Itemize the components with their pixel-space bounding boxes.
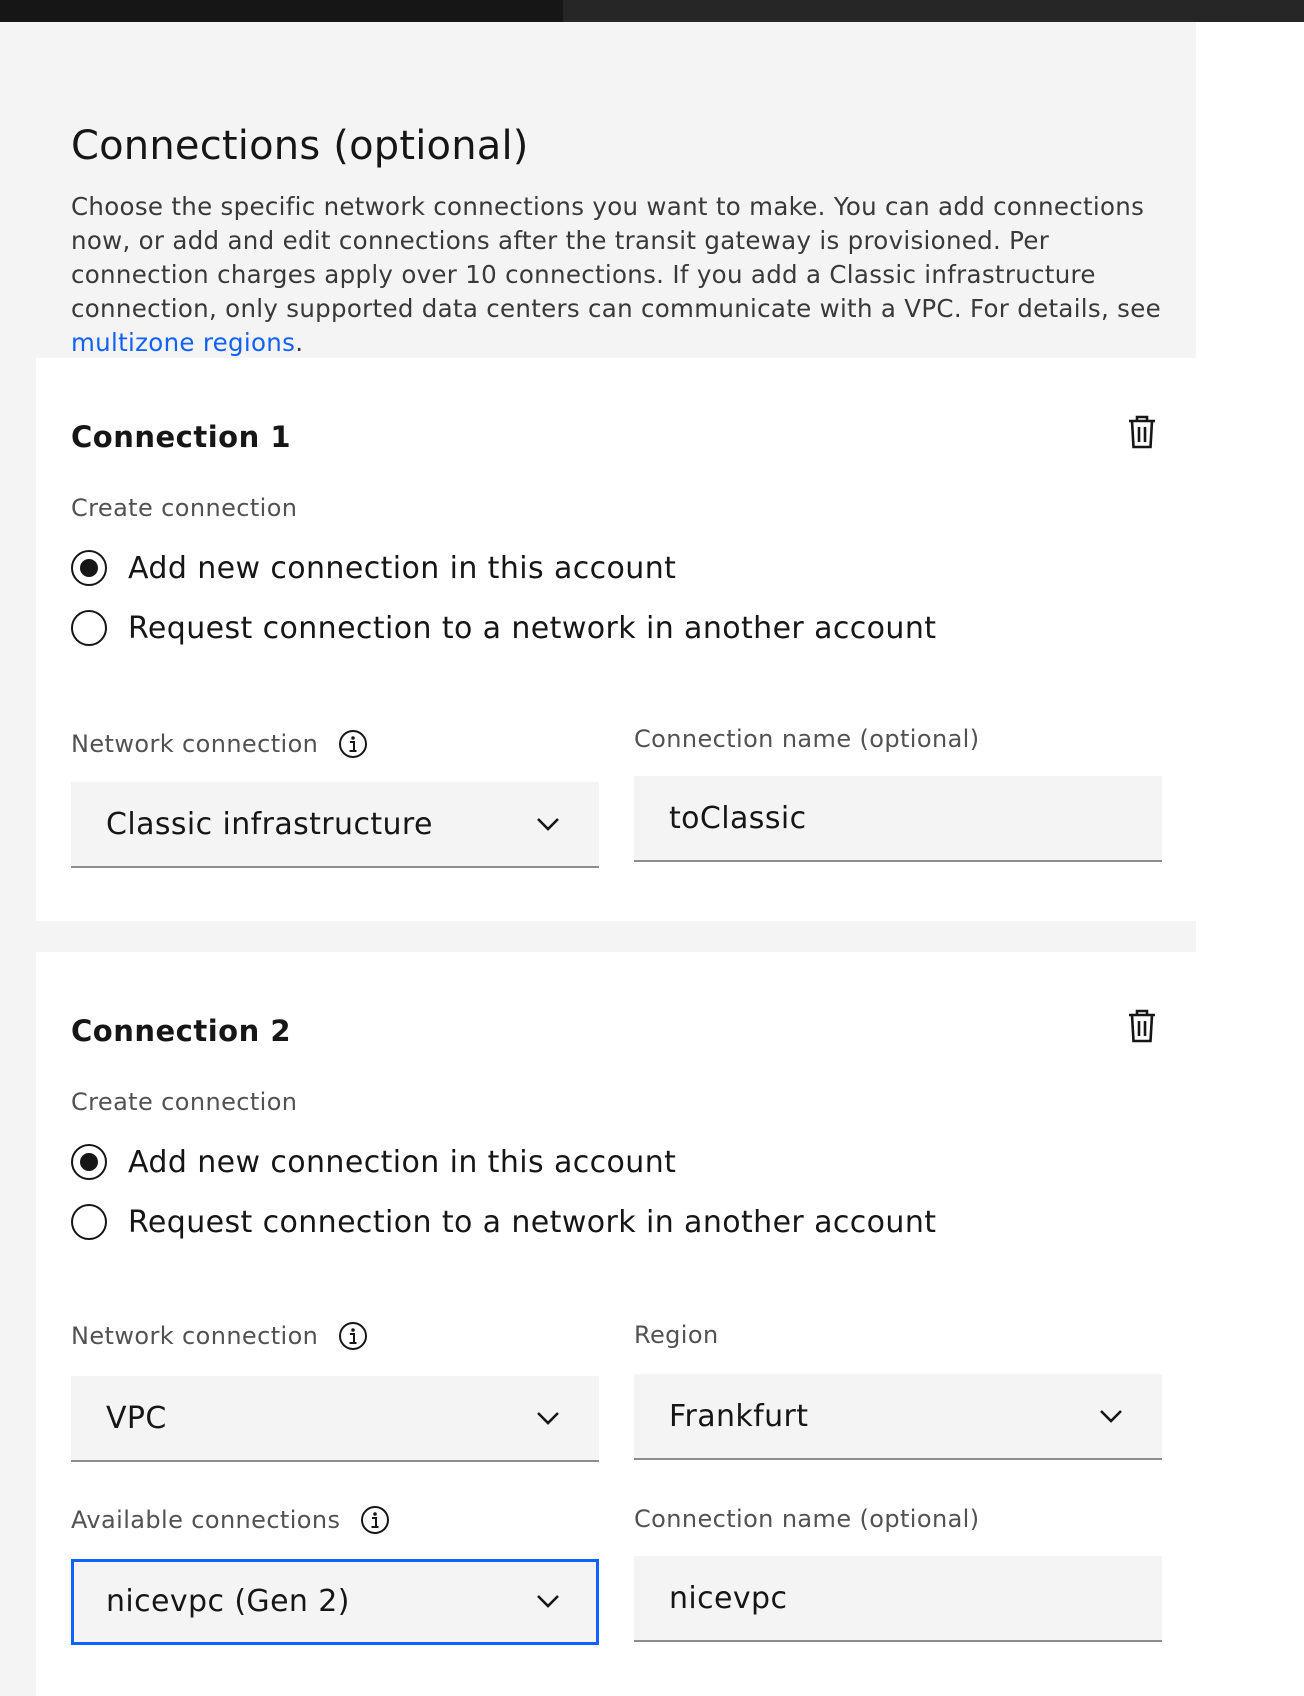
radio-request-connection[interactable]: Request connection to a network in anoth… bbox=[71, 608, 936, 648]
select-value: nicevpc (Gen 2) bbox=[106, 1583, 350, 1619]
network-connection-label: Network connection bbox=[71, 1321, 368, 1351]
page-canvas: Connections (optional) Choose the specif… bbox=[0, 22, 1196, 1696]
intro-body: Choose the specific network connections … bbox=[71, 192, 1161, 323]
create-connection-label: Create connection bbox=[71, 1088, 298, 1116]
connection-name-input[interactable]: nicevpc bbox=[634, 1556, 1162, 1642]
network-connection-select[interactable]: Classic infrastructure bbox=[71, 782, 599, 868]
page-title: Connections (optional) bbox=[71, 123, 529, 169]
chevron-down-icon bbox=[537, 818, 559, 831]
select-value: Frankfurt bbox=[669, 1398, 809, 1434]
input-value: toClassic bbox=[669, 800, 807, 836]
select-value: Classic infrastructure bbox=[106, 806, 433, 842]
top-progress-bar bbox=[0, 0, 1304, 22]
information-icon[interactable] bbox=[338, 729, 368, 759]
connection-card-1: Connection 1 Create connection Add new c… bbox=[36, 358, 1196, 921]
chevron-down-icon bbox=[537, 1595, 559, 1608]
radio-add-new-connection[interactable]: Add new connection in this account bbox=[71, 548, 676, 588]
input-value: nicevpc bbox=[669, 1580, 788, 1616]
radio-button[interactable] bbox=[71, 610, 107, 646]
multizone-regions-link[interactable]: multizone regions bbox=[71, 328, 295, 357]
network-connection-select[interactable]: VPC bbox=[71, 1376, 599, 1462]
radio-button[interactable] bbox=[71, 1204, 107, 1240]
region-label: Region bbox=[634, 1321, 719, 1349]
available-connections-select[interactable]: nicevpc (Gen 2) bbox=[71, 1559, 599, 1645]
information-icon[interactable] bbox=[338, 1321, 368, 1351]
trash-can-icon[interactable] bbox=[1126, 1008, 1158, 1044]
network-connection-label-text: Network connection bbox=[71, 1322, 319, 1350]
connection-name-label: Connection name (optional) bbox=[634, 1505, 980, 1533]
network-connection-label-text: Network connection bbox=[71, 730, 319, 758]
available-connections-label-text: Available connections bbox=[71, 1506, 341, 1534]
connection-name-input[interactable]: toClassic bbox=[634, 776, 1162, 862]
radio-request-connection[interactable]: Request connection to a network in anoth… bbox=[71, 1202, 936, 1242]
select-value: VPC bbox=[106, 1400, 167, 1436]
connection-card-2: Connection 2 Create connection Add new c… bbox=[36, 952, 1196, 1696]
radio-label: Request connection to a network in anoth… bbox=[128, 1204, 937, 1240]
trash-can-icon[interactable] bbox=[1126, 414, 1158, 450]
connection-title: Connection 1 bbox=[71, 420, 292, 454]
connection-title: Connection 2 bbox=[71, 1014, 292, 1048]
intro-period: . bbox=[295, 328, 304, 357]
information-icon[interactable] bbox=[360, 1505, 390, 1535]
chevron-down-icon bbox=[537, 1412, 559, 1425]
create-connection-label: Create connection bbox=[71, 494, 298, 522]
available-connections-label: Available connections bbox=[71, 1505, 390, 1535]
chevron-down-icon bbox=[1100, 1410, 1122, 1423]
radio-button-checked[interactable] bbox=[71, 1144, 107, 1180]
region-select[interactable]: Frankfurt bbox=[634, 1374, 1162, 1460]
radio-label: Add new connection in this account bbox=[128, 1144, 677, 1180]
radio-label: Request connection to a network in anoth… bbox=[128, 610, 937, 646]
radio-button-checked[interactable] bbox=[71, 550, 107, 586]
progress-fill bbox=[0, 0, 564, 22]
network-connection-label: Network connection bbox=[71, 729, 368, 759]
intro-text: Choose the specific network connections … bbox=[71, 190, 1191, 360]
radio-label: Add new connection in this account bbox=[128, 550, 677, 586]
connection-name-label: Connection name (optional) bbox=[634, 725, 980, 753]
radio-add-new-connection[interactable]: Add new connection in this account bbox=[71, 1142, 676, 1182]
